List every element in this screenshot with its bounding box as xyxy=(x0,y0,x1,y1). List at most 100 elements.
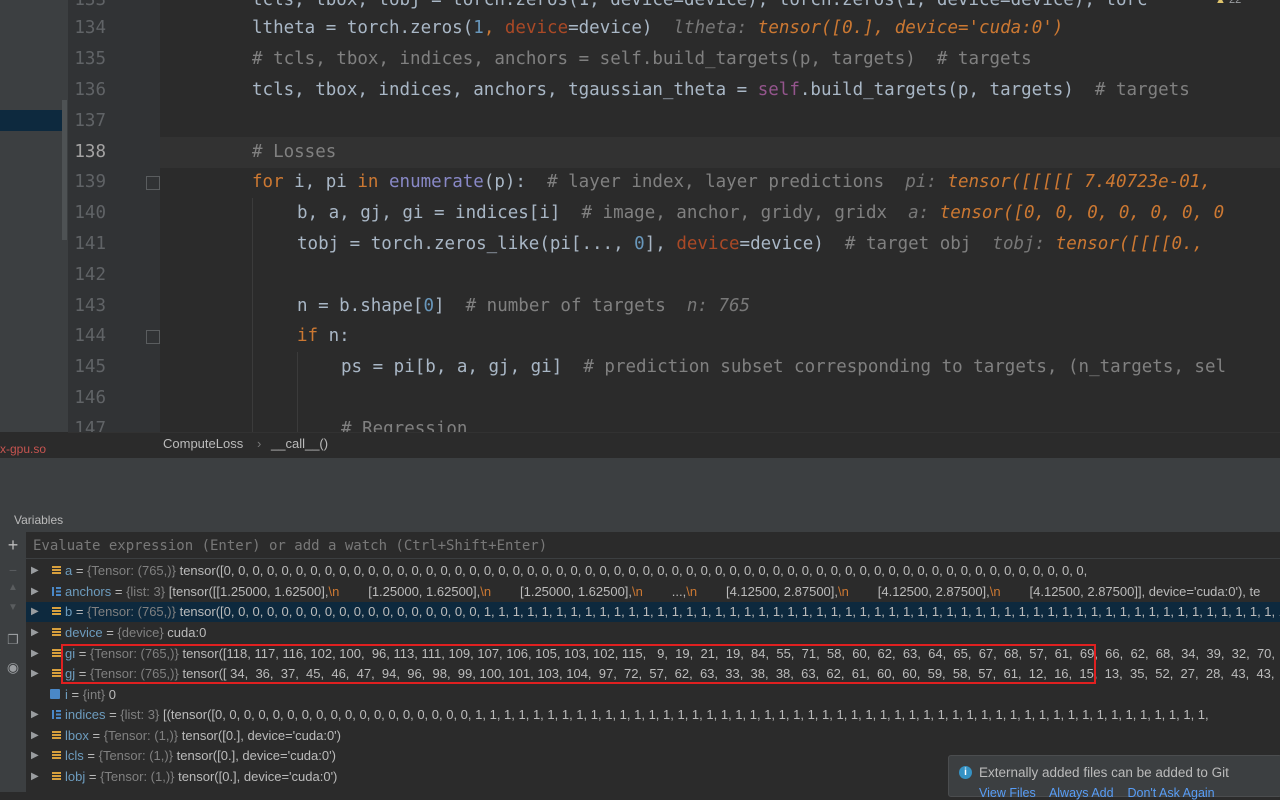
code-line: ps = pi[b, a, gj, gi] # prediction subse… xyxy=(341,357,1227,377)
variable-type: {Tensor: (1,)} xyxy=(100,769,175,784)
watch-eye-icon[interactable]: ◉ xyxy=(0,659,26,676)
expand-arrow-icon[interactable]: ▶ xyxy=(31,746,39,766)
variable-name: anchors xyxy=(65,584,112,599)
object-icon xyxy=(52,628,61,636)
breadcrumb-item-method[interactable]: __call__() xyxy=(271,433,328,455)
line-number: 142 xyxy=(74,265,106,285)
expand-arrow-icon[interactable]: ▶ xyxy=(31,623,39,643)
variable-row-indices[interactable]: ▶ indices = {list: 3} [(tensor([0, 0, 0,… xyxy=(26,705,1280,725)
expand-arrow-icon[interactable]: ▶ xyxy=(31,644,39,664)
variable-value: tensor([0, 0, 0, 0, 0, 0, 0, 0, 0, 0, 0,… xyxy=(179,604,1280,619)
variable-value: tensor([0.], device='cuda:0') xyxy=(178,769,338,784)
code-editor[interactable]: tcls, tbox, tobj = torch.zeros(1, device… xyxy=(160,0,1280,432)
variable-row-lbox[interactable]: ▶ lbox = {Tensor: (1,)} tensor([0.], dev… xyxy=(26,726,1280,746)
int-icon xyxy=(50,689,60,699)
expand-arrow-icon[interactable]: ▶ xyxy=(31,602,39,622)
move-down-icon[interactable]: ▼ xyxy=(0,602,26,613)
expand-arrow-icon[interactable]: ▶ xyxy=(31,664,39,684)
tensor-icon xyxy=(52,669,61,677)
expand-arrow-icon[interactable]: ▶ xyxy=(31,582,39,602)
code-line: if n: xyxy=(297,326,350,346)
project-file-label[interactable]: x-gpu.so xyxy=(0,442,68,456)
tensor-icon xyxy=(52,731,61,739)
variables-toolbar: + − ▲ ▼ ❐ ◉ xyxy=(0,532,26,792)
tensor-icon xyxy=(52,751,61,759)
view-files-link[interactable]: View Files xyxy=(979,786,1036,800)
variables-title: Variables xyxy=(14,513,64,527)
copy-icon[interactable]: ❐ xyxy=(0,632,26,648)
remove-watch-icon[interactable]: − xyxy=(0,562,26,578)
warning-count[interactable]: ▲ 22 xyxy=(1215,0,1241,6)
always-add-link[interactable]: Always Add xyxy=(1049,786,1114,800)
variable-name: i xyxy=(65,687,68,702)
project-scrollbar[interactable] xyxy=(62,100,67,240)
variable-type: {device} xyxy=(117,625,164,640)
variable-row-a[interactable]: ▶ a = {Tensor: (765,)} tensor([0, 0, 0, … xyxy=(26,561,1280,581)
variable-type: {Tensor: (1,)} xyxy=(98,748,174,763)
breadcrumb-item-class[interactable]: ComputeLoss xyxy=(163,433,243,455)
line-number: 144 xyxy=(74,326,106,346)
variable-name: indices xyxy=(65,707,106,722)
line-number: 139 xyxy=(74,172,106,192)
variable-value: tensor([0, 0, 0, 0, 0, 0, 0, 0, 0, 0, 0,… xyxy=(179,563,1088,578)
variable-row-b[interactable]: ▶ b = {Tensor: (765,)} tensor([0, 0, 0, … xyxy=(26,602,1280,622)
code-line: tobj = torch.zeros_like(pi[..., 0], devi… xyxy=(297,234,1204,254)
variable-row-i[interactable]: i = {int} 0 xyxy=(26,685,1280,705)
line-number: 136 xyxy=(74,80,106,100)
tensor-icon xyxy=(52,649,61,657)
code-line: tcls, tbox, indices, anchors, tgaussian_… xyxy=(252,80,1190,100)
line-number: 137 xyxy=(74,111,106,131)
tensor-icon xyxy=(52,772,61,780)
variable-value: [(tensor([0, 0, 0, 0, 0, 0, 0, 0, 0, 0, … xyxy=(162,707,1209,722)
line-number-gutter: 133 134 135 136 137 138 139 140 141 142 … xyxy=(68,0,160,439)
variable-value: cuda:0 xyxy=(167,625,207,640)
add-watch-icon[interactable]: + xyxy=(0,535,26,556)
panel-divider[interactable] xyxy=(0,457,1280,508)
code-line: ltheta = torch.zeros(1, device=device) l… xyxy=(252,18,1064,38)
move-up-icon[interactable]: ▲ xyxy=(0,582,26,593)
code-line: # Regression xyxy=(341,419,468,432)
tensor-icon xyxy=(52,607,61,615)
notification-message: Externally added files can be added to G… xyxy=(979,765,1229,780)
variable-name: a xyxy=(65,563,73,578)
fold-marker-icon[interactable] xyxy=(146,330,160,344)
evaluate-expression-input[interactable]: Evaluate expression (Enter) or add a wat… xyxy=(26,534,1280,559)
variable-name: b xyxy=(65,604,73,619)
variables-header: Variables xyxy=(0,507,1280,532)
line-number: 134 xyxy=(74,18,106,38)
variable-value: tensor([0.], device='cuda:0') xyxy=(176,748,336,763)
list-icon xyxy=(52,710,61,719)
code-line: b, a, gj, gi = indices[i] # image, ancho… xyxy=(297,203,1225,223)
line-number: 141 xyxy=(74,234,106,254)
variable-type: {int} xyxy=(82,687,106,702)
breadcrumb: ComputeLoss › __call__() xyxy=(68,432,1280,457)
variable-row-device[interactable]: ▶ device = {device} cuda:0 xyxy=(26,623,1280,643)
variable-type: {Tensor: (765,)} xyxy=(87,563,176,578)
code-line-current: # Losses xyxy=(160,137,1280,168)
code-line: for i, pi in enumerate(p): # layer index… xyxy=(252,172,1211,192)
selected-file-highlight xyxy=(0,110,62,131)
expand-arrow-icon[interactable]: ▶ xyxy=(31,726,39,746)
dont-ask-again-link[interactable]: Don't Ask Again xyxy=(1127,786,1214,800)
line-number: 140 xyxy=(74,203,106,223)
line-number: 135 xyxy=(74,49,106,69)
variable-value: 0 xyxy=(108,687,116,702)
variable-name: lbox xyxy=(65,728,89,743)
expand-arrow-icon[interactable]: ▶ xyxy=(31,767,39,787)
line-number: 143 xyxy=(74,296,106,316)
expand-arrow-icon[interactable]: ▶ xyxy=(31,561,39,581)
variable-type: {list: 3} xyxy=(120,707,160,722)
tensor-icon xyxy=(52,566,61,574)
annotation-highlight-box xyxy=(61,644,1096,684)
fold-marker-icon[interactable] xyxy=(146,176,160,190)
expand-arrow-icon[interactable]: ▶ xyxy=(31,705,39,725)
warning-icon: ▲ xyxy=(1215,0,1226,6)
variable-row-anchors[interactable]: ▶ anchors = {list: 3} [tensor([[1.25000,… xyxy=(26,582,1280,602)
variable-name: lobj xyxy=(65,769,86,784)
breadcrumb-separator: › xyxy=(257,436,262,451)
code-line: # tcls, tbox, indices, anchors = self.bu… xyxy=(252,49,1032,69)
variable-name: lcls xyxy=(65,748,84,763)
git-notification-balloon[interactable]: i Externally added files can be added to… xyxy=(948,755,1280,800)
